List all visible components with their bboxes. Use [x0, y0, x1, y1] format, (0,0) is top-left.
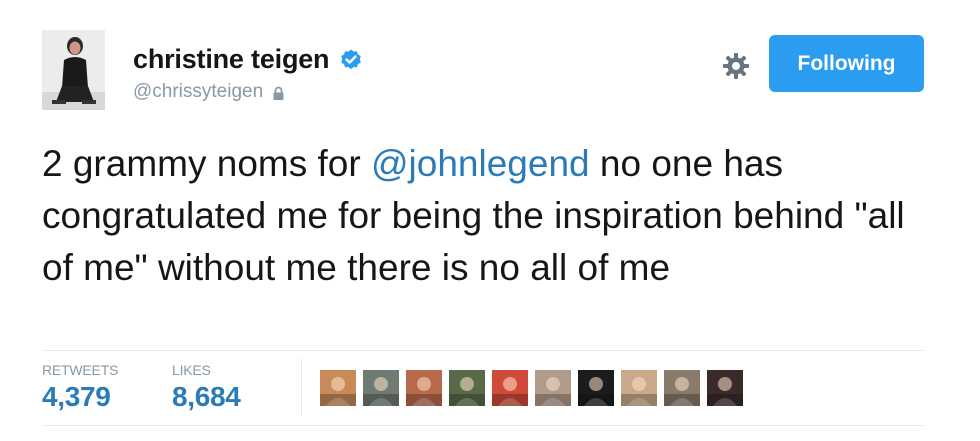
tweet-card: christine teigen @chrissyteigen Followin…	[0, 0, 980, 441]
avatar[interactable]	[42, 30, 105, 110]
liker-avatar[interactable]	[449, 370, 485, 406]
retweets-count: 4,379	[42, 381, 111, 412]
mention-link[interactable]: @johnlegend	[371, 143, 590, 184]
liker-avatar[interactable]	[535, 370, 571, 406]
liker-avatar[interactable]	[320, 370, 356, 406]
liker-avatar[interactable]	[707, 370, 743, 406]
user-name-block: christine teigen @chrissyteigen	[133, 44, 363, 103]
user-avatar-photo-icon	[42, 30, 105, 110]
lock-icon	[272, 85, 285, 100]
likes-label: LIKES	[172, 362, 211, 378]
divider	[42, 350, 924, 351]
likes-count: 8,684	[172, 381, 241, 412]
liker-avatar[interactable]	[578, 370, 614, 406]
display-name[interactable]: christine teigen	[133, 44, 330, 75]
liker-avatar[interactable]	[664, 370, 700, 406]
verified-badge-icon	[339, 48, 363, 72]
tweet-text: 2 grammy noms for @johnlegend no one has…	[42, 138, 922, 294]
liker-avatar[interactable]	[406, 370, 442, 406]
handle-row: @chrissyteigen	[133, 81, 363, 103]
liker-avatar[interactable]	[363, 370, 399, 406]
tweet-text-before: 2 grammy noms for	[42, 143, 371, 184]
retweets-stat[interactable]: RETWEETS 4,379	[42, 362, 118, 413]
likes-stat[interactable]: LIKES 8,684	[172, 362, 241, 413]
stats-separator	[301, 358, 302, 416]
user-handle[interactable]: @chrissyteigen	[133, 81, 263, 102]
divider	[42, 425, 924, 426]
gear-icon[interactable]	[722, 52, 750, 80]
liked-by-avatars	[320, 370, 750, 408]
following-button[interactable]: Following	[769, 35, 924, 92]
liker-avatar[interactable]	[492, 370, 528, 406]
retweets-label: RETWEETS	[42, 362, 119, 378]
liker-avatar[interactable]	[621, 370, 657, 406]
